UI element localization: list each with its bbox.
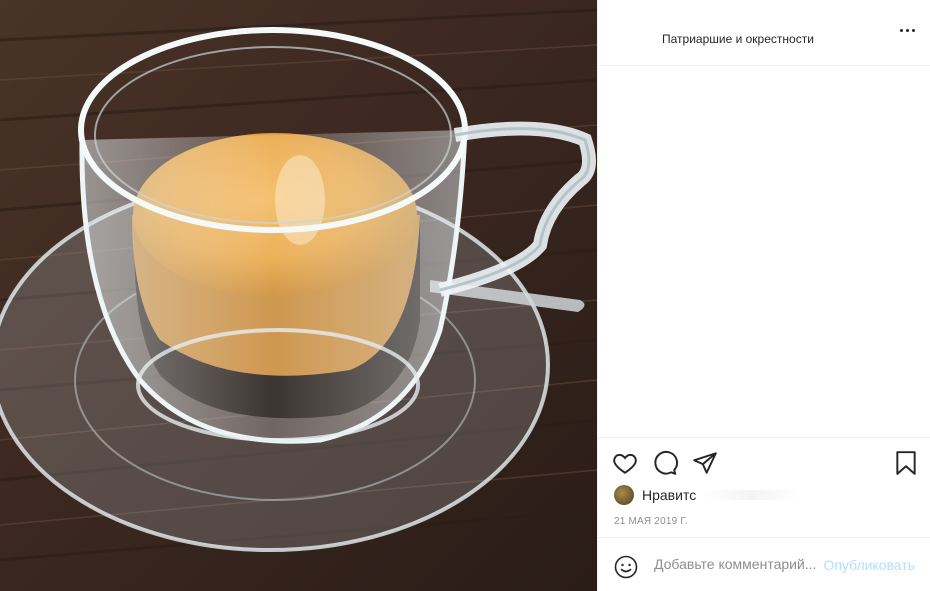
heart-icon[interactable] (612, 450, 638, 476)
more-horizontal-icon[interactable] (895, 22, 919, 38)
publish-button[interactable]: Опубликовать (823, 557, 915, 573)
more-dot (905, 28, 909, 32)
paper-plane-icon[interactable] (692, 450, 718, 476)
bookmark-icon[interactable] (893, 450, 919, 476)
post-modal: Патриаршие и окрестности Нравитс 21 МАЯ … (0, 0, 930, 591)
location-link[interactable]: Патриаршие и окрестности (662, 32, 814, 46)
emoji-icon[interactable] (614, 555, 638, 579)
post-sidebar: Патриаршие и окрестности Нравитс 21 МАЯ … (597, 0, 930, 591)
post-actions: Нравитс 21 МАЯ 2019 Г. (598, 437, 930, 537)
comment-icon[interactable] (652, 450, 678, 476)
espresso-cup-image (0, 0, 597, 591)
avatar[interactable] (614, 485, 634, 505)
more-dot (911, 28, 915, 32)
blurred-username (704, 490, 801, 500)
post-date[interactable]: 21 МАЯ 2019 Г. (614, 516, 688, 527)
more-dot (899, 28, 903, 32)
comment-input[interactable] (654, 556, 824, 572)
likes-row: Нравитс (614, 485, 801, 505)
post-photo[interactable] (0, 0, 597, 591)
comment-bar: Опубликовать (598, 537, 930, 591)
post-header: Патриаршие и окрестности (598, 0, 930, 66)
likes-text[interactable]: Нравитс (642, 487, 696, 503)
